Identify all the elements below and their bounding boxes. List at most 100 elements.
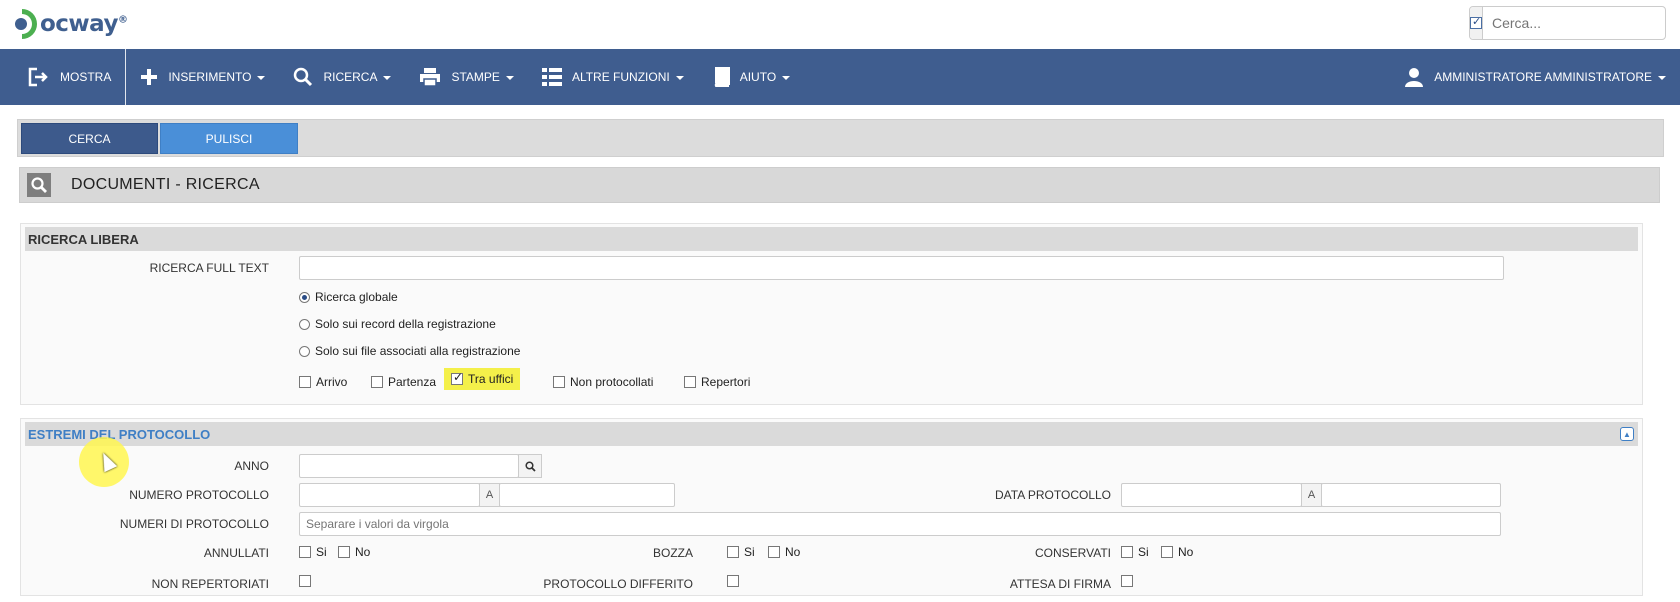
nav-stampe[interactable]: STAMPE <box>405 49 527 105</box>
annullati-si-check[interactable]: Si <box>299 545 327 559</box>
numeri-protocollo-label: NUMERI DI PROTOCOLLO <box>119 517 269 531</box>
non-repertoriati-check[interactable] <box>299 575 316 587</box>
user-icon <box>1405 68 1424 87</box>
check-label: No <box>355 545 371 559</box>
pulisci-button[interactable]: PULISCI <box>160 123 298 154</box>
numero-protocollo-to-input[interactable] <box>499 483 675 507</box>
radio-label: Ricerca globale <box>315 290 398 304</box>
check-label: Si <box>1138 545 1149 559</box>
protocollo-differito-check[interactable] <box>727 575 744 587</box>
check-tra-uffici[interactable]: Tra uffici <box>444 368 521 390</box>
bozza-no-check[interactable]: No <box>768 545 800 559</box>
data-protocollo-to-input[interactable] <box>1321 483 1501 507</box>
check-arrivo[interactable]: Arrivo <box>299 375 347 389</box>
annullati-no-check[interactable]: No <box>338 545 370 559</box>
radio-ricerca-globale[interactable]: Ricerca globale <box>299 290 398 304</box>
numeri-protocollo-input[interactable] <box>299 512 1501 536</box>
nav-aiuto[interactable]: AIUTO <box>698 49 804 105</box>
chevron-down-icon <box>383 76 392 80</box>
search-input[interactable] <box>1483 7 1673 39</box>
action-toolbar: CERCA PULISCI <box>17 119 1664 157</box>
checkbox-icon <box>1470 15 1482 29</box>
book-icon <box>714 67 730 87</box>
conservati-si-check[interactable]: Si <box>1121 545 1149 559</box>
ricerca-libera-heading: RICERCA LIBERA <box>25 227 1638 251</box>
checkbox-icon <box>1121 546 1133 558</box>
radio-label: Solo sui record della registrazione <box>315 317 496 331</box>
attesa-firma-check[interactable] <box>1121 575 1138 587</box>
search-icon <box>524 460 536 472</box>
plus-icon <box>141 69 158 85</box>
global-search <box>1469 6 1673 40</box>
checkbox-icon <box>371 376 383 388</box>
logo-text: ocway® <box>40 11 128 37</box>
conservati-label: CONSERVATI <box>1034 546 1111 560</box>
estremi-protocollo-panel: ESTREMI DEL PROTOCOLLO ▲ ANNO NUMERO PRO… <box>20 418 1643 596</box>
nav-mostra-label: MOSTRA <box>60 70 112 84</box>
radio-solo-record[interactable]: Solo sui record della registrazione <box>299 317 496 331</box>
chevron-down-icon <box>782 76 791 80</box>
check-partenza[interactable]: Partenza <box>371 375 436 389</box>
check-label: No <box>1178 545 1194 559</box>
check-repertori[interactable]: Repertori <box>684 375 750 389</box>
checkbox-icon <box>1161 546 1173 558</box>
nav-aiuto-label: AIUTO <box>739 70 777 84</box>
chevron-down-icon <box>505 76 514 80</box>
radio-solo-file[interactable]: Solo sui file associati alla registrazio… <box>299 344 520 358</box>
nav-divider <box>125 49 127 105</box>
logo-mark-icon <box>15 9 37 39</box>
bozza-label: BOZZA <box>652 546 693 560</box>
page-title: DOCUMENTI - RICERCA <box>71 176 260 193</box>
radio-icon <box>299 345 310 357</box>
check-label: Non protocollati <box>570 375 654 389</box>
numero-protocollo-label: NUMERO PROTOCOLLO <box>129 488 269 502</box>
check-label: Arrivo <box>316 375 348 389</box>
checkbox-icon <box>553 376 565 388</box>
checkbox-icon <box>727 575 739 587</box>
list-icon <box>541 68 562 86</box>
check-label: Partenza <box>388 375 437 389</box>
non-repertoriati-label: NON REPERTORIATI <box>151 577 269 591</box>
range-separator: A <box>1301 483 1322 507</box>
main-navbar: MOSTRA INSERIMENTO RICERCA STAMPE ALTRE <box>0 49 1680 105</box>
nav-stampe-label: STAMPE <box>451 70 500 84</box>
checkbox-icon <box>338 546 350 558</box>
nav-inserimento-label: INSERIMENTO <box>168 70 252 84</box>
data-protocollo-label: DATA PROTOCOLLO <box>994 488 1111 502</box>
ricerca-libera-panel: RICERCA LIBERA RICERCA FULL TEXT Ricerca… <box>20 223 1643 405</box>
nav-user-menu[interactable]: AMMINISTRATORE AMMINISTRATORE <box>1390 49 1680 105</box>
nav-user-label: AMMINISTRATORE AMMINISTRATORE <box>1434 70 1652 84</box>
nav-ricerca[interactable]: RICERCA <box>279 49 405 105</box>
check-non-protocollati[interactable]: Non protocollati <box>553 375 653 389</box>
annullati-label: ANNULLATI <box>203 546 269 560</box>
numero-protocollo-from-input[interactable] <box>299 483 480 507</box>
checkbox-icon <box>299 546 311 558</box>
nav-mostra[interactable]: MOSTRA <box>0 49 125 105</box>
collapse-icon[interactable]: ▲ <box>1620 427 1634 441</box>
checkbox-icon <box>451 370 463 385</box>
anno-input[interactable] <box>299 454 519 478</box>
printer-icon <box>420 68 441 87</box>
nav-altre-funzioni[interactable]: ALTRE FUNZIONI <box>528 49 698 105</box>
estremi-heading[interactable]: ESTREMI DEL PROTOCOLLO ▲ <box>25 422 1638 446</box>
check-label: Si <box>316 545 327 559</box>
fulltext-label: RICERCA FULL TEXT <box>149 261 269 275</box>
nav-altre-funzioni-label: ALTRE FUNZIONI <box>571 70 670 84</box>
checkbox-icon <box>299 376 311 388</box>
checkbox-icon <box>727 546 739 558</box>
bozza-si-check[interactable]: Si <box>727 545 755 559</box>
cerca-button[interactable]: CERCA <box>21 123 158 154</box>
fulltext-input[interactable] <box>299 256 1504 280</box>
check-label: No <box>785 545 801 559</box>
data-protocollo-from-input[interactable] <box>1121 483 1302 507</box>
nav-ricerca-label: RICERCA <box>323 70 378 84</box>
radio-icon <box>299 318 310 330</box>
docway-logo[interactable]: ocway® <box>14 4 128 44</box>
conservati-no-check[interactable]: No <box>1161 545 1193 559</box>
nav-inserimento[interactable]: INSERIMENTO <box>126 49 279 105</box>
range-separator: A <box>479 483 500 507</box>
chevron-down-icon <box>675 76 684 80</box>
search-scope-toggle[interactable] <box>1470 7 1483 39</box>
search-icon <box>27 173 51 197</box>
anno-lookup-button[interactable] <box>518 454 542 478</box>
